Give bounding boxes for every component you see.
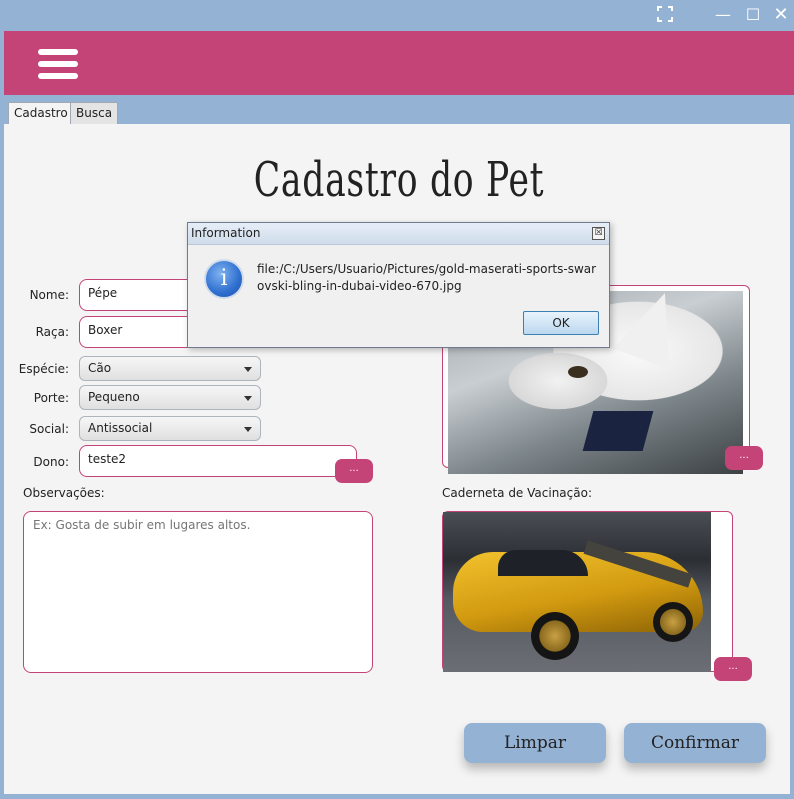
observacoes-label: Observações: xyxy=(23,486,105,500)
tab-bar: Cadastro Busca xyxy=(4,95,794,124)
confirmar-button[interactable]: Confirmar xyxy=(624,723,766,763)
ok-button[interactable]: OK xyxy=(523,311,599,335)
social-label: Social: xyxy=(29,422,69,436)
information-dialog: Information ☒ i file:/C:/Users/Usuario/P… xyxy=(187,222,610,348)
porte-select[interactable]: Pequeno xyxy=(79,385,261,410)
dono-search-button[interactable]: ... xyxy=(335,459,373,483)
raca-label: Raça: xyxy=(35,325,69,339)
app-header xyxy=(4,31,794,95)
photo-shape xyxy=(582,411,654,451)
vacinacao-label: Caderneta de Vacinação: xyxy=(442,486,592,500)
info-icon: i xyxy=(204,259,244,299)
minimize-button[interactable]: — xyxy=(714,6,732,24)
chevron-down-icon xyxy=(244,396,252,401)
porte-label: Porte: xyxy=(33,391,69,405)
pet-photo-button[interactable]: ... xyxy=(725,446,763,470)
photo-shape xyxy=(531,612,579,660)
especie-select[interactable]: Cão xyxy=(79,356,261,381)
page-title: Cadastro do Pet xyxy=(253,152,545,208)
dialog-title: Information xyxy=(191,226,261,240)
hamburger-bar xyxy=(38,73,78,79)
chevron-down-icon xyxy=(244,367,252,372)
dono-field[interactable]: teste2 xyxy=(79,445,357,477)
especie-label: Espécie: xyxy=(18,362,69,376)
close-window-button[interactable]: ✕ xyxy=(772,6,790,24)
expand-icon-svg xyxy=(657,6,673,22)
hamburger-menu-icon[interactable] xyxy=(38,49,78,81)
dialog-titlebar: Information ☒ xyxy=(188,223,609,245)
especie-value: Cão xyxy=(88,361,112,375)
limpar-button[interactable]: Limpar xyxy=(464,723,606,763)
social-select[interactable]: Antissocial xyxy=(79,416,261,441)
vacinacao-button[interactable]: ... xyxy=(714,657,752,681)
expand-icon[interactable] xyxy=(656,6,674,24)
photo-shape xyxy=(498,550,588,576)
observacoes-textarea[interactable] xyxy=(23,511,373,673)
dialog-close-icon[interactable]: ☒ xyxy=(592,227,605,240)
chevron-down-icon xyxy=(244,427,252,432)
window-titlebar: — ☐ ✕ xyxy=(0,0,794,31)
nome-label: Nome: xyxy=(29,288,69,302)
maximize-button[interactable]: ☐ xyxy=(744,6,762,24)
social-value: Antissocial xyxy=(88,421,153,435)
hamburger-bar xyxy=(38,61,78,67)
dono-label: Dono: xyxy=(33,455,69,469)
photo-shape xyxy=(612,291,694,370)
hamburger-bar xyxy=(38,49,78,55)
photo-shape xyxy=(653,602,693,642)
photo-shape xyxy=(568,366,588,378)
tab-busca[interactable]: Busca xyxy=(70,102,119,124)
dialog-message: file:/C:/Users/Usuario/Pictures/gold-mas… xyxy=(257,262,597,293)
porte-value: Pequeno xyxy=(88,390,140,404)
vacinacao-photo xyxy=(443,512,711,672)
tab-cadastro[interactable]: Cadastro xyxy=(8,102,74,124)
